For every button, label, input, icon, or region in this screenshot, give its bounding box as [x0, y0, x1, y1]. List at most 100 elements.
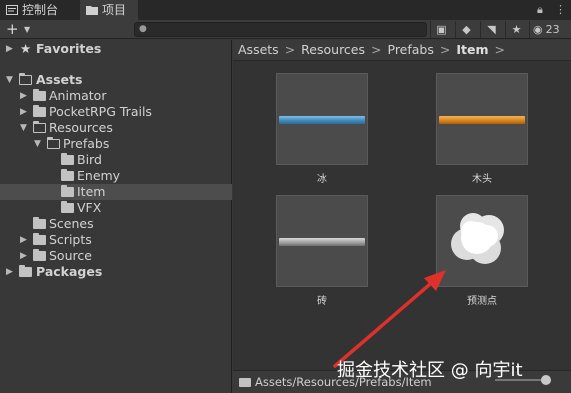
wood-platform-preview	[439, 116, 525, 124]
eye-slash-icon: ◉	[533, 23, 543, 36]
tree-item-item[interactable]: Item	[0, 184, 232, 200]
tree-item-label: Animator	[49, 88, 107, 103]
filter-by-type-button[interactable]: ◆	[455, 21, 477, 38]
collapse-arrow-icon[interactable]: ▼	[34, 136, 41, 152]
breadcrumb-assets[interactable]: Assets	[238, 42, 279, 57]
lock-icon[interactable]: 🔒︎	[537, 3, 543, 17]
more-options-icon[interactable]: ⋮	[555, 3, 566, 16]
add-button[interactable]: +	[6, 20, 19, 38]
tree-packages-label: Packages	[36, 264, 103, 279]
folder-icon	[61, 169, 74, 181]
breadcrumb-item[interactable]: Item	[456, 42, 488, 57]
chevron-right-icon: >	[284, 42, 296, 57]
tree-assets-label: Assets	[36, 72, 83, 87]
folder-open-icon	[18, 72, 32, 85]
tree-favorites[interactable]: ▶ ★ Favorites	[0, 41, 232, 57]
asset-thumbnail	[436, 195, 528, 287]
folder-icon	[33, 105, 46, 117]
chevron-right-icon: >	[494, 42, 505, 57]
tree-item-prefabs[interactable]: ▼ Prefabs	[0, 136, 232, 152]
folder-open-icon	[32, 120, 46, 133]
console-icon	[6, 5, 18, 15]
search-icon: ●	[139, 24, 147, 34]
folder-icon	[86, 6, 98, 15]
folder-icon	[33, 217, 46, 229]
collapse-arrow-icon[interactable]: ▼	[20, 120, 27, 136]
tab-console-label: 控制台	[22, 3, 59, 17]
tree-item-label: Scripts	[49, 232, 92, 247]
favorite-button[interactable]: ★	[505, 21, 527, 38]
filter-by-label-button[interactable]: ◥	[480, 21, 502, 38]
search-input[interactable]: ●	[134, 22, 427, 37]
folder-tree: ▶ ★ Favorites ▼ Assets ▶ Animator ▶ Pock…	[0, 40, 232, 393]
brick-platform-preview	[279, 238, 365, 246]
tree-item-label: Bird	[77, 152, 102, 167]
tree-item-label: Item	[77, 184, 106, 199]
expand-arrow-icon[interactable]: ▶	[20, 232, 27, 248]
expand-arrow-icon[interactable]: ▶	[6, 41, 13, 57]
search-by-type-button[interactable]: ▣	[430, 21, 452, 38]
breadcrumb-prefabs[interactable]: Prefabs	[388, 42, 434, 57]
tree-item-animator[interactable]: ▶ Animator	[0, 88, 232, 104]
asset-thumbnail	[276, 195, 368, 287]
folder-icon	[19, 265, 32, 277]
tree-item-enemy[interactable]: Enemy	[0, 168, 232, 184]
tab-project[interactable]: 项目	[80, 0, 138, 20]
expand-arrow-icon[interactable]: ▶	[20, 104, 27, 120]
asset-label: 木头	[472, 174, 492, 185]
asset-label: 砖	[317, 296, 327, 307]
star-icon: ★	[511, 23, 522, 36]
cloud-icon	[451, 213, 504, 264]
expand-arrow-icon[interactable]: ▶	[6, 264, 13, 280]
ice-platform-preview	[279, 116, 365, 124]
expand-arrow-icon[interactable]: ▶	[20, 88, 27, 104]
asset-label: 预测点	[467, 296, 497, 307]
project-toolbar: + ▼ ● ▣ ◆ ◥ ★ ◉ 23	[0, 20, 571, 39]
chevron-down-icon[interactable]: ▼	[24, 25, 30, 34]
tree-item-label: VFX	[77, 200, 102, 215]
star-icon: ★	[20, 41, 32, 56]
asset-thumbnail	[276, 73, 368, 165]
folder-icon	[61, 185, 74, 197]
hidden-count: 23	[545, 23, 560, 36]
tree-item-label: Enemy	[77, 168, 121, 183]
expand-arrow-icon[interactable]: ▶	[20, 248, 27, 264]
watermark: 掘金技术社区 @ 向宇it	[337, 360, 523, 381]
image-search-icon: ▣	[436, 23, 447, 36]
folder-icon	[61, 201, 74, 213]
chevron-right-icon: >	[439, 42, 451, 57]
folder-icon	[239, 378, 251, 387]
tab-project-label: 项目	[102, 3, 127, 17]
breadcrumb: Assets > Resources > Prefabs > Item >	[233, 40, 571, 61]
hidden-packages-toggle[interactable]: ◉ 23	[529, 21, 571, 38]
folder-icon	[33, 249, 46, 261]
asset-label: 冰	[317, 174, 327, 185]
tree-item-source[interactable]: ▶ Source	[0, 248, 232, 264]
tree-packages[interactable]: ▶ Packages	[0, 264, 232, 280]
tree-assets[interactable]: ▼ Assets	[0, 72, 232, 88]
tab-bar: 控制台 项目 🔒︎ ⋮	[0, 0, 571, 20]
asset-browser: Assets > Resources > Prefabs > Item > 冰 木头 砖	[233, 40, 571, 393]
tree-item-resources[interactable]: ▼ Resources	[0, 120, 232, 136]
tree-item-vfx[interactable]: VFX	[0, 200, 232, 216]
asset-thumbnail	[436, 73, 528, 165]
chevron-right-icon: >	[371, 42, 382, 57]
tree-item-bird[interactable]: Bird	[0, 152, 232, 168]
folder-icon	[61, 153, 74, 165]
tree-item-scripts[interactable]: ▶ Scripts	[0, 232, 232, 248]
tree-favorites-label: Favorites	[36, 41, 102, 56]
zoom-slider-handle[interactable]	[541, 375, 551, 385]
tree-item-label: Source	[49, 248, 92, 263]
tree-item-label: Prefabs	[63, 136, 110, 151]
collapse-arrow-icon[interactable]: ▼	[6, 72, 13, 88]
shapes-icon: ◆	[462, 23, 471, 36]
tree-item-pocketrpg-trails[interactable]: ▶ PocketRPG Trails	[0, 104, 232, 120]
tab-console[interactable]: 控制台	[0, 0, 76, 20]
breadcrumb-resources[interactable]: Resources	[301, 42, 365, 57]
tree-item-label: Scenes	[49, 216, 94, 231]
tree-item-scenes[interactable]: Scenes	[0, 216, 232, 232]
folder-icon	[33, 233, 46, 245]
folder-icon	[33, 89, 46, 101]
folder-open-icon	[46, 136, 60, 149]
tree-item-label: Resources	[49, 120, 113, 135]
